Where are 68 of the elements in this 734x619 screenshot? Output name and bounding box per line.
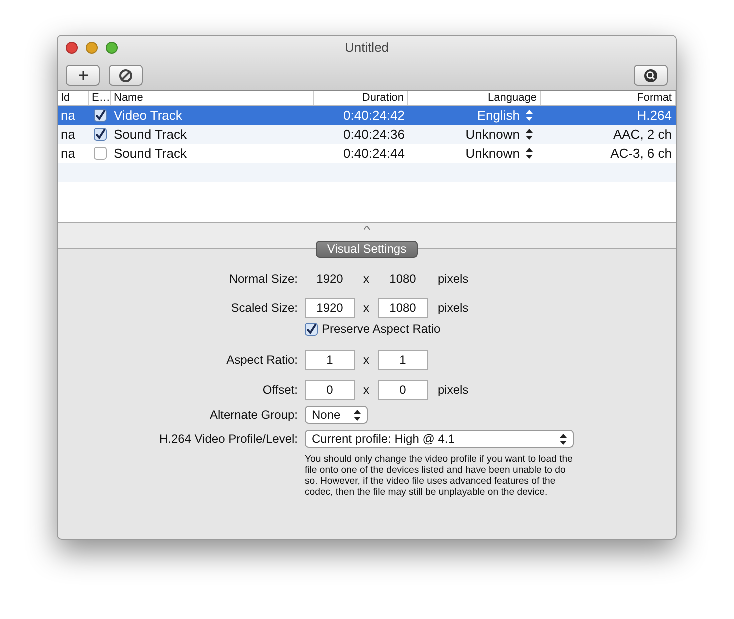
stepper-icon (526, 129, 533, 140)
disable-button[interactable] (109, 65, 143, 86)
add-button[interactable] (66, 65, 100, 86)
stepper-icon (560, 434, 567, 444)
table-cell-text: H.264 (636, 106, 673, 125)
setting-label: H.264 Video Profile/Level: (158, 431, 298, 448)
stepper-icon (526, 110, 533, 121)
column-header[interactable]: Name (111, 91, 314, 105)
popup-button[interactable]: Current profile: High @ 4.1 (305, 430, 574, 448)
times-sign: x (363, 300, 370, 317)
search-icon (644, 68, 658, 82)
table-cell-text: na (60, 106, 76, 125)
table-cell[interactable]: English (477, 106, 520, 126)
table-cell-text: AAC, 2 ch (612, 126, 673, 144)
value-text: 1080 (388, 271, 418, 288)
unit-label: pixels (438, 271, 469, 288)
text-field[interactable]: 1080 (378, 298, 428, 318)
minimize-button[interactable] (86, 42, 98, 54)
setting-label: Offset: (262, 382, 298, 399)
text-field[interactable]: 0 (378, 380, 428, 400)
table-cell[interactable]: Unknown (466, 124, 520, 144)
checkbox[interactable] (305, 322, 318, 336)
column-header[interactable]: Duration (314, 91, 408, 105)
help-text: You should only change the video profile if you want to load the file onto one of the devices listed and have been unable to do so. However, if the video file uses advanced features of the codec, then the file may still be unplayable on the device. (305, 454, 574, 498)
table-cell-text: 0:40:24:42 (342, 106, 406, 125)
text-field[interactable]: 1 (378, 350, 428, 370)
table-row[interactable]: na Video Track 0:40:24:42 English H.264 (58, 106, 676, 125)
column-header[interactable]: Id (58, 91, 89, 105)
table-cell-text: Sound Track (113, 144, 188, 163)
close-button[interactable] (66, 42, 78, 54)
text-field[interactable]: 0 (305, 380, 355, 400)
times-sign: x (363, 271, 370, 288)
table-cell-text: Sound Track (113, 126, 188, 144)
table-cell[interactable]: Unknown (466, 144, 520, 164)
setting-label: Alternate Group: (208, 407, 298, 424)
prohibited-icon (119, 68, 133, 82)
table-row[interactable]: na Sound Track 0:40:24:36 Unknown AAC, 2 ch (58, 125, 676, 144)
setting-label: Scaled Size: (230, 300, 298, 317)
table-cell-text: AC-3, 6 ch (610, 144, 673, 163)
setting-label: Normal Size: (228, 271, 298, 288)
plus-icon (78, 71, 88, 80)
zoom-button[interactable] (106, 42, 118, 54)
column-header[interactable]: Format (541, 91, 676, 105)
window-title: Untitled (344, 39, 390, 58)
setting-label: Aspect Ratio: (226, 352, 298, 369)
stepper-icon (526, 148, 533, 159)
table-cell-text: 0:40:24:36 (342, 126, 406, 144)
inspector-button[interactable] (634, 65, 668, 86)
table-cell-text: na (60, 144, 76, 163)
column-header[interactable]: Language (408, 91, 541, 105)
caret-icon (364, 226, 370, 230)
checkbox[interactable] (94, 128, 106, 141)
unit-label: pixels (438, 382, 469, 399)
checkbox[interactable] (94, 147, 106, 160)
table-cell-text: Video Track (113, 106, 184, 125)
times-sign: x (363, 382, 370, 399)
checkbox[interactable] (94, 109, 106, 122)
table-cell-text: na (60, 126, 76, 144)
checkbox-label[interactable]: Preserve Aspect Ratio (322, 320, 441, 338)
text-field[interactable]: 1 (305, 350, 355, 370)
column-header[interactable]: E… (89, 91, 111, 105)
unit-label: pixels (438, 300, 469, 317)
value-text: 1920 (316, 271, 344, 288)
times-sign: x (363, 352, 370, 369)
text-field[interactable]: 1920 (305, 298, 355, 318)
stepper-icon (354, 410, 361, 420)
table-cell-text: 0:40:24:44 (342, 144, 406, 163)
popup-button[interactable]: None (305, 406, 368, 424)
